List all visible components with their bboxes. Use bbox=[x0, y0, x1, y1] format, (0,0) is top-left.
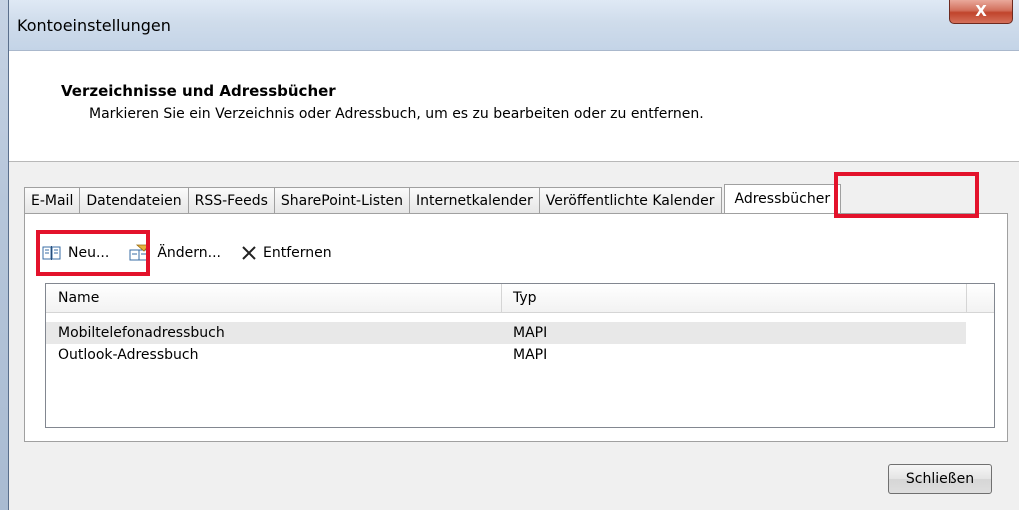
tab-strip: E-Mail Datendateien RSS-Feeds SharePoint… bbox=[24, 184, 842, 214]
tab-internet-calendars[interactable]: Internetkalender bbox=[409, 187, 539, 213]
tab-sharepoint-lists[interactable]: SharePoint-Listen bbox=[273, 187, 410, 213]
x-icon bbox=[241, 245, 257, 261]
list-item[interactable]: Outlook-Adressbuch MAPI bbox=[46, 344, 966, 366]
change-button-label: Ändern... bbox=[157, 245, 221, 261]
tab-data-files[interactable]: Datendateien bbox=[79, 187, 188, 213]
address-book-list[interactable]: Name Typ Mobiltelefonadressbuch MAPI Out… bbox=[45, 283, 995, 428]
highlight-new-button bbox=[36, 230, 150, 276]
window-close-button[interactable]: X bbox=[949, 0, 1013, 24]
tab-rss-feeds[interactable]: RSS-Feeds bbox=[187, 187, 274, 213]
dialog-header: Verzeichnisse und Adressbücher Markieren… bbox=[9, 51, 1019, 162]
window-title: Kontoeinstellungen bbox=[17, 16, 171, 35]
list-header: Name Typ bbox=[46, 284, 994, 313]
header-title: Verzeichnisse und Adressbücher bbox=[61, 82, 336, 100]
remove-button[interactable]: Entfernen bbox=[241, 245, 332, 261]
highlight-address-books-tab bbox=[834, 172, 979, 218]
header-subtitle: Markieren Sie ein Verzeichnis oder Adres… bbox=[89, 106, 704, 122]
column-divider[interactable] bbox=[501, 284, 502, 312]
list-item-name: Mobiltelefonadressbuch bbox=[58, 325, 225, 341]
tab-address-books[interactable]: Adressbücher bbox=[723, 184, 842, 214]
list-item-name: Outlook-Adressbuch bbox=[58, 347, 199, 363]
column-divider[interactable] bbox=[966, 284, 967, 312]
close-dialog-button[interactable]: Schließen bbox=[888, 464, 992, 494]
list-item-type: MAPI bbox=[513, 347, 548, 363]
tab-email[interactable]: E-Mail bbox=[24, 187, 80, 213]
column-header-type[interactable]: Typ bbox=[513, 290, 537, 306]
remove-button-label: Entfernen bbox=[263, 245, 332, 261]
tab-published-calendars[interactable]: Veröffentlichte Kalender bbox=[538, 187, 722, 213]
background-strip bbox=[0, 0, 8, 510]
column-header-name[interactable]: Name bbox=[58, 290, 99, 306]
list-item[interactable]: Mobiltelefonadressbuch MAPI bbox=[46, 322, 966, 344]
title-bar: Kontoeinstellungen X bbox=[9, 0, 1019, 51]
list-item-type: MAPI bbox=[513, 325, 548, 341]
close-icon: X bbox=[975, 2, 987, 20]
